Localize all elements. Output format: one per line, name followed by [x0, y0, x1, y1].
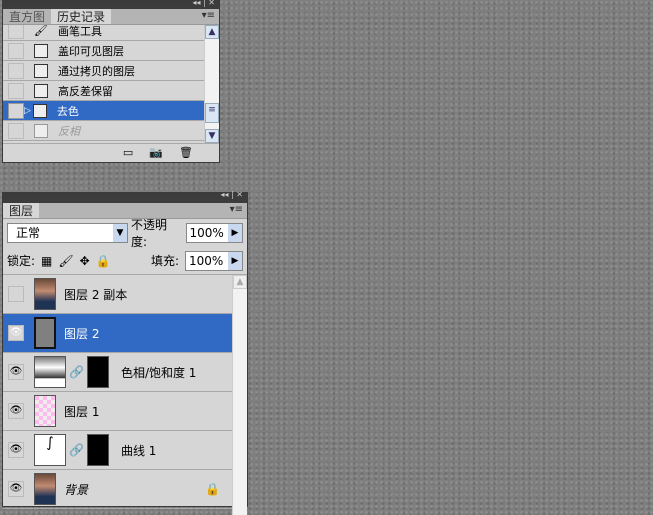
history-item[interactable]: 🖌 画笔工具 [3, 25, 219, 41]
panel-menu-icon[interactable]: ▾≡ [202, 10, 215, 21]
history-brush-marker-icon: ▷ [24, 105, 31, 116]
curves-thumbnail: ∫ [34, 434, 66, 466]
layers-panel: ◂◂ | ✕ 图层 ▾≡ 正常 ▼ 不透明度: 100% ▶ 锁定: ▦ 🖌 ✥ 🔒… [2, 190, 248, 515]
snapshot-source-checkbox[interactable] [8, 62, 24, 79]
visibility-toggle[interactable] [8, 286, 24, 302]
chevron-down-icon[interactable]: ▼ [112, 224, 127, 242]
snapshot-source-checkbox[interactable] [8, 122, 24, 139]
lock-pixels-brush-icon[interactable]: 🖌 [58, 254, 73, 268]
snapshot-source-checkbox[interactable] [8, 82, 24, 99]
brush-icon: 🖌 [34, 25, 48, 37]
history-scrollbar[interactable]: ▲ ≡ ▼ [204, 25, 219, 143]
adjustment-thumbnail [34, 356, 66, 388]
eye-icon[interactable]: 👁 [8, 364, 24, 380]
layer-thumbnail [34, 317, 56, 349]
collapse-close-icons[interactable]: ◂◂ | ✕ [192, 0, 215, 7]
blend-mode-select[interactable]: 正常 ▼ [7, 223, 128, 243]
scroll-up-icon[interactable]: ▲ [205, 25, 219, 39]
layer-row-selected[interactable]: 👁 图层 2 [3, 314, 232, 353]
history-state-icon [34, 123, 48, 138]
fill-label: 填充: [150, 254, 179, 268]
layer-row[interactable]: 👁 🔗 色相/饱和度 1 [3, 353, 232, 392]
link-icon: 🔗 [69, 443, 84, 457]
new-document-icon[interactable]: ▭ [123, 146, 133, 159]
mask-thumbnail [86, 356, 109, 388]
history-state-icon [34, 83, 48, 98]
history-item[interactable]: 盖印可见图层 [3, 41, 219, 61]
opacity-label: 不透明度: [130, 218, 167, 249]
history-item-selected[interactable]: ▷ 去色 [3, 101, 219, 121]
layers-titlebar: ◂◂ | ✕ [3, 190, 247, 203]
layer-row[interactable]: 👁 图层 1 [3, 392, 232, 431]
lock-transparency-icon[interactable]: ▦ [41, 254, 52, 268]
layer-row[interactable]: 👁 ∫ 🔗 曲线 1 [3, 431, 232, 470]
history-state-icon [34, 63, 48, 78]
eye-icon[interactable]: 👁 [8, 403, 24, 419]
collapse-close-icons[interactable]: ◂◂ | ✕ [220, 190, 243, 199]
link-icon: 🔗 [69, 365, 84, 379]
lock-all-icon[interactable]: 🔒 [96, 254, 111, 268]
eye-icon[interactable]: 👁 [8, 325, 24, 341]
tab-layers[interactable]: 图层 [3, 203, 40, 218]
layer-row[interactable]: 👁 背景 🔒 [3, 470, 232, 509]
scroll-down-icon[interactable]: ▼ [205, 129, 219, 143]
layer-row[interactable]: 图层 2 副本 [3, 275, 232, 314]
scroll-thumb[interactable]: ≡ [205, 103, 219, 123]
history-item[interactable]: 高反差保留 [3, 81, 219, 101]
lock-icon: 🔒 [205, 482, 220, 496]
history-panel: ◂◂ | ✕ 直方图 历史记录 ▾≡ 🖌 画笔工具 盖印可见图层 通过拷贝的图层 … [2, 0, 220, 163]
snapshot-source-checkbox[interactable] [8, 42, 24, 59]
eye-icon[interactable]: 👁 [8, 442, 24, 458]
layer-thumbnail [34, 473, 56, 505]
tab-histogram[interactable]: 直方图 [3, 9, 51, 24]
history-item[interactable]: 反相 [3, 121, 219, 141]
history-item[interactable]: 通过拷贝的图层 [3, 61, 219, 81]
mask-thumbnail [86, 434, 109, 466]
tab-history[interactable]: 历史记录 [51, 9, 112, 24]
lock-position-move-icon[interactable]: ✥ [80, 254, 90, 268]
lock-label: 锁定: [7, 254, 36, 268]
snapshot-source-checkbox[interactable] [8, 25, 24, 39]
scroll-up-icon[interactable]: ▲ [233, 275, 247, 289]
trash-icon[interactable]: 🗑 [179, 146, 193, 159]
opacity-field[interactable]: 100% ▶ [185, 223, 243, 243]
panel-menu-icon[interactable]: ▾≡ [230, 204, 243, 215]
layer-thumbnail [34, 278, 56, 310]
eye-icon[interactable]: 👁 [8, 481, 24, 497]
camera-snapshot-icon[interactable]: 📷 [149, 146, 163, 159]
history-state-icon [34, 43, 48, 58]
layers-scrollbar[interactable]: ▲ [232, 275, 247, 515]
fill-field[interactable]: 100% ▶ [185, 250, 243, 271]
fill-slider-arrow-icon[interactable]: ▶ [228, 251, 242, 270]
history-titlebar: ◂◂ | ✕ [3, 0, 219, 9]
layer-thumbnail [34, 395, 56, 427]
history-state-icon [32, 103, 47, 118]
snapshot-source-checkbox[interactable] [8, 102, 24, 119]
opacity-slider-arrow-icon[interactable]: ▶ [228, 224, 242, 242]
